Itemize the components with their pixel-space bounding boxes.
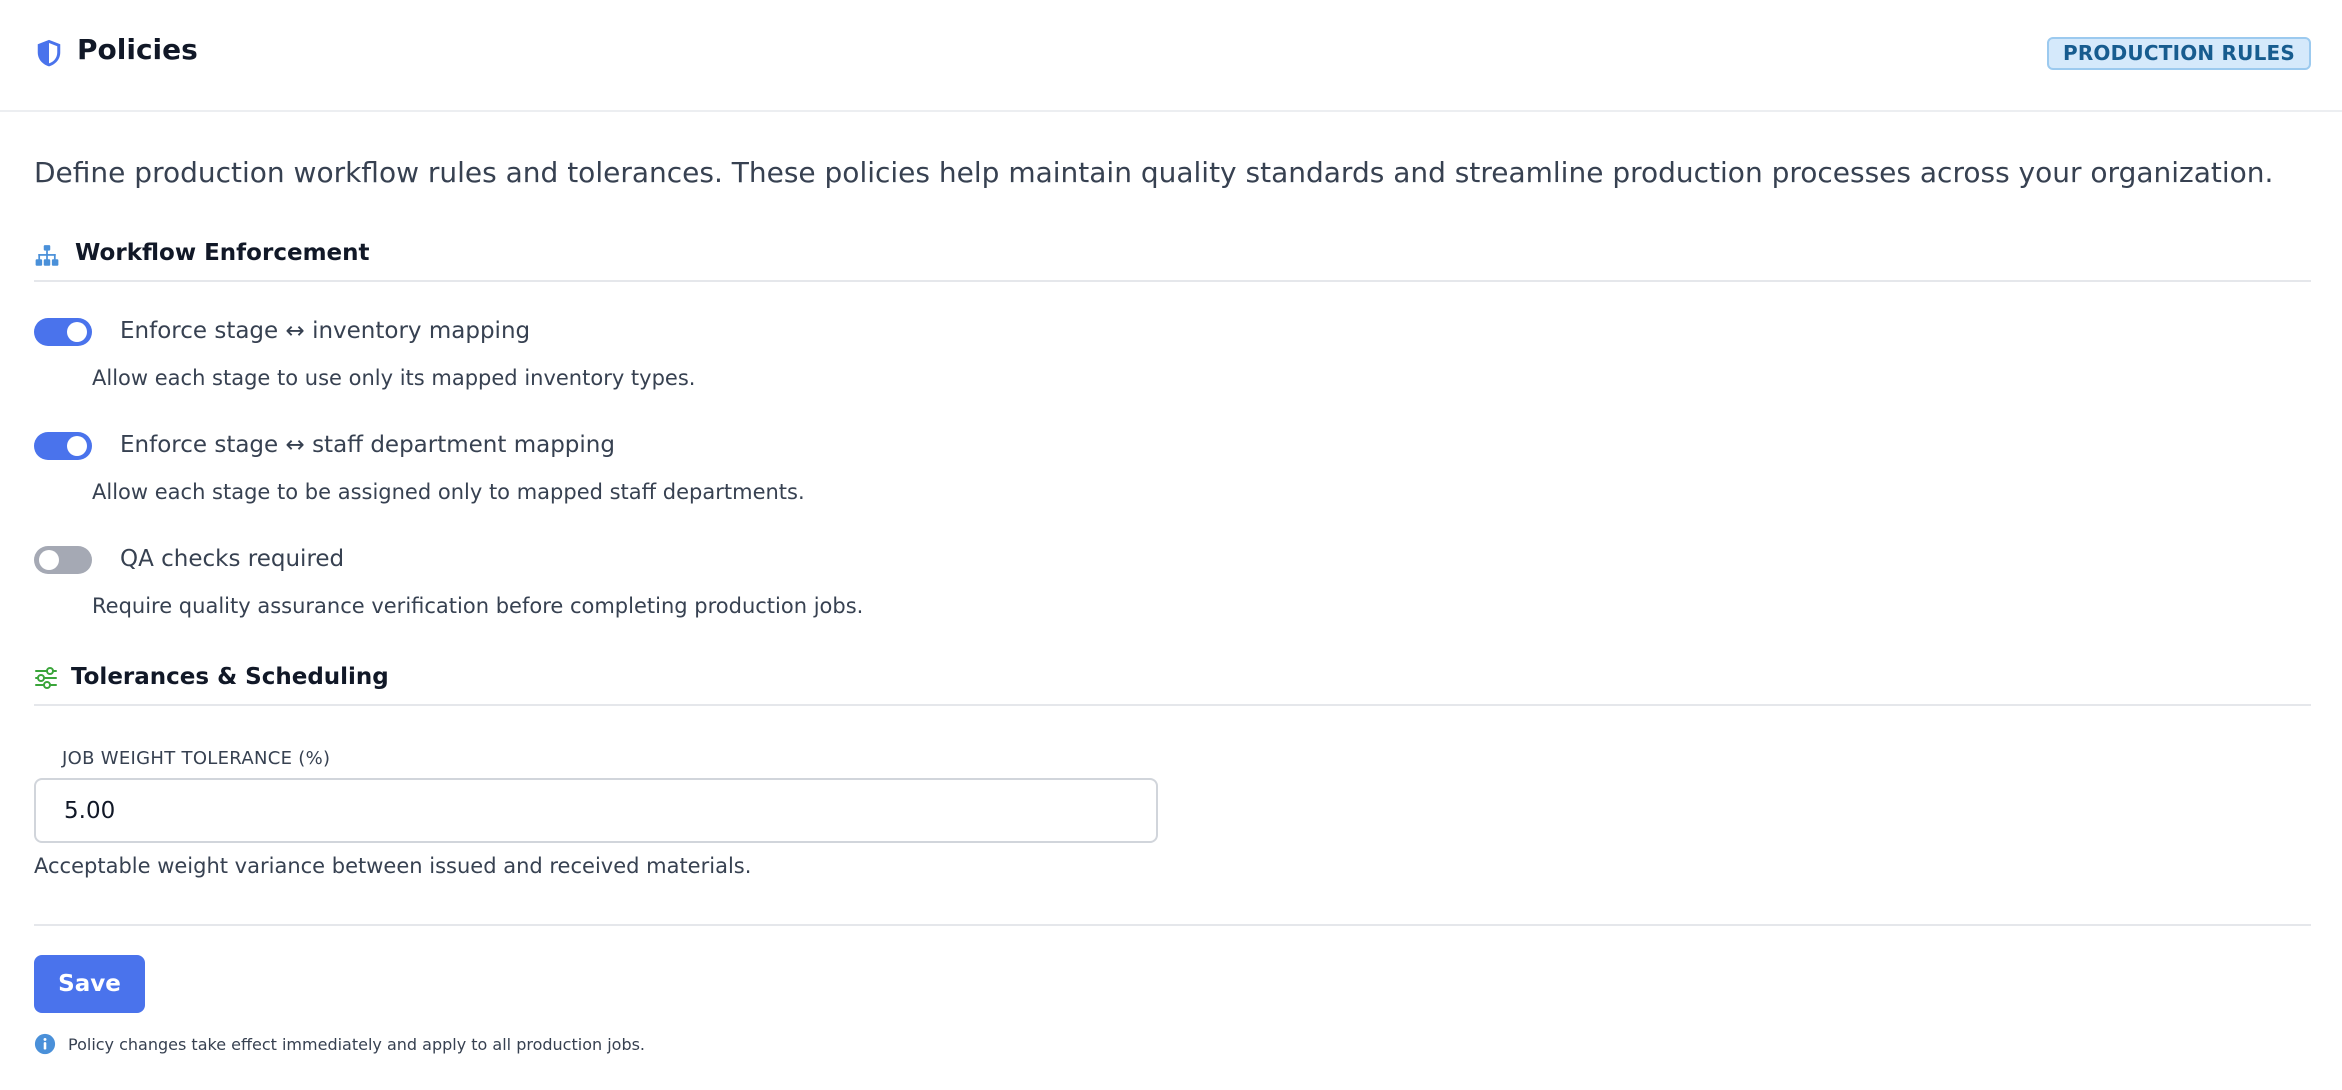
workflow-enforcement-header: Workflow Enforcement (34, 240, 2311, 282)
staff-department-mapping-label: Enforce stage ↔ staff department mapping (120, 432, 615, 458)
page-header: Policies PRODUCTION RULES (0, 0, 2342, 112)
toggle-knob (39, 550, 59, 570)
inventory-mapping-description: Allow each stage to use only its mapped … (92, 366, 696, 390)
info-icon (34, 1033, 56, 1055)
workflow-enforcement-title: Workflow Enforcement (75, 240, 370, 266)
inventory-mapping-label: Enforce stage ↔ inventory mapping (120, 318, 531, 344)
staff-department-mapping-toggle[interactable] (34, 432, 92, 460)
toggle-knob (67, 436, 87, 456)
qa-checks-description: Require quality assurance verification b… (92, 594, 864, 618)
job-weight-tolerance-label: JOB WEIGHT TOLERANCE (%) (62, 748, 331, 769)
section-divider (34, 280, 2311, 282)
tolerances-scheduling-header: Tolerances & Scheduling (34, 664, 2311, 708)
policy-note: Policy changes take effect immediately a… (68, 1035, 646, 1054)
tolerances-scheduling-title: Tolerances & Scheduling (71, 664, 389, 690)
save-button[interactable]: Save (34, 955, 145, 1013)
staff-department-mapping-description: Allow each stage to be assigned only to … (92, 480, 805, 504)
qa-checks-toggle[interactable] (34, 546, 92, 574)
toggle-knob (67, 322, 87, 342)
production-rules-badge: PRODUCTION RULES (2046, 37, 2311, 70)
page-description: Define production workflow rules and tol… (34, 156, 2274, 189)
sitemap-icon (35, 245, 59, 266)
footer-divider (34, 924, 2311, 926)
qa-checks-label: QA checks required (120, 546, 345, 572)
section-divider (34, 704, 2311, 706)
inventory-mapping-toggle[interactable] (34, 318, 92, 346)
shield-icon (37, 39, 61, 67)
sliders-icon (35, 667, 57, 689)
job-weight-tolerance-help: Acceptable weight variance between issue… (34, 854, 752, 878)
job-weight-tolerance-input[interactable] (34, 778, 1158, 843)
page-title: Policies (77, 33, 198, 66)
